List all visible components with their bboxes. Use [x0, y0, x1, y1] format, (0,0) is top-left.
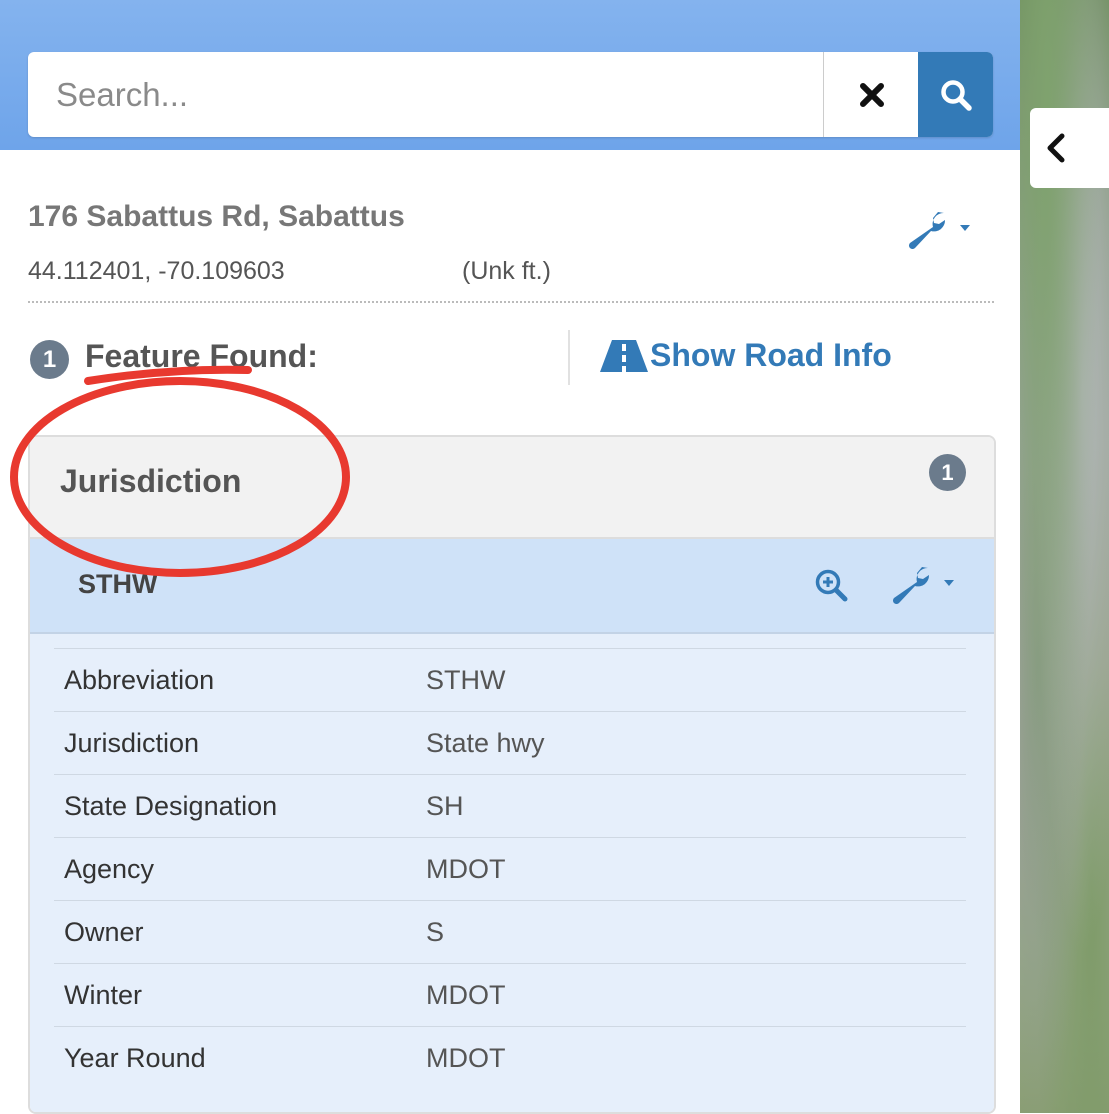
- show-road-info-link[interactable]: Show Road Info: [598, 337, 892, 374]
- road-icon: [600, 339, 648, 372]
- close-icon: [859, 82, 884, 107]
- search-bar: [0, 0, 1020, 150]
- attribute-value: STHW: [416, 648, 966, 712]
- table-row: Abbreviation STHW: [54, 648, 966, 712]
- search-group: [28, 52, 993, 137]
- table-row: Owner S: [54, 900, 966, 964]
- attribute-value: S: [416, 900, 966, 964]
- collapse-panel-button[interactable]: [1030, 108, 1109, 188]
- results-panel: 176 Sabattus Rd, Sabattus 44.112401, -70…: [0, 0, 1020, 1114]
- layer-title: Jurisdiction: [60, 463, 242, 499]
- zoom-to-feature-button[interactable]: [813, 567, 849, 608]
- caret-down-icon: [960, 225, 970, 231]
- attribute-key: Jurisdiction: [54, 711, 416, 775]
- search-input[interactable]: [28, 52, 821, 137]
- attribute-key: Owner: [54, 900, 416, 964]
- attribute-key: Winter: [54, 963, 416, 1027]
- feature-tools-dropdown[interactable]: [888, 562, 968, 609]
- feature-header[interactable]: STHW: [30, 539, 994, 634]
- table-row: State Designation SH: [54, 774, 966, 838]
- zoom-in-icon: [815, 569, 848, 602]
- attribute-key: State Designation: [54, 774, 416, 838]
- feature-title: STHW: [78, 569, 158, 599]
- layer-header[interactable]: Jurisdiction 1: [30, 437, 994, 539]
- clear-search-button[interactable]: [823, 52, 919, 137]
- layer-count-badge: 1: [929, 454, 966, 491]
- caret-down-icon: [944, 580, 954, 586]
- attribute-key: Year Round: [54, 1026, 416, 1089]
- table-row: Agency MDOT: [54, 837, 966, 901]
- attributes-table: Abbreviation STHW Jurisdiction State hwy S…: [54, 648, 966, 1089]
- attribute-key: Agency: [54, 837, 416, 901]
- wrench-icon: [908, 212, 970, 250]
- attribute-value: MDOT: [416, 1026, 966, 1089]
- divider: [28, 301, 994, 303]
- location-coordinates: 44.112401, -70.109603: [28, 257, 285, 285]
- search-button[interactable]: [918, 52, 993, 137]
- search-icon: [940, 79, 972, 111]
- layer-card: Jurisdiction 1 STHW Abbreviation STHW Ju…: [28, 435, 996, 1114]
- attribute-value: State hwy: [416, 711, 966, 775]
- attribute-value: SH: [416, 774, 966, 838]
- location-address: 176 Sabattus Rd, Sabattus: [28, 200, 405, 233]
- location-tools-dropdown[interactable]: [904, 207, 984, 254]
- table-row: Year Round MDOT: [54, 1026, 966, 1089]
- table-row: Jurisdiction State hwy: [54, 711, 966, 775]
- chevron-left-icon: [1047, 133, 1065, 163]
- results-count-badge: 1: [30, 340, 69, 379]
- table-row: Winter MDOT: [54, 963, 966, 1027]
- attribute-key: Abbreviation: [54, 648, 416, 712]
- show-road-info-label: Show Road Info: [650, 337, 892, 373]
- attribute-value: MDOT: [416, 837, 966, 901]
- attribute-value: MDOT: [416, 963, 966, 1027]
- results-label: Feature Found:: [85, 338, 318, 374]
- separator: [568, 330, 570, 385]
- location-elevation: (Unk ft.): [462, 257, 551, 285]
- wrench-icon: [892, 567, 954, 605]
- feature-attributes: Abbreviation STHW Jurisdiction State hwy S…: [30, 634, 994, 1112]
